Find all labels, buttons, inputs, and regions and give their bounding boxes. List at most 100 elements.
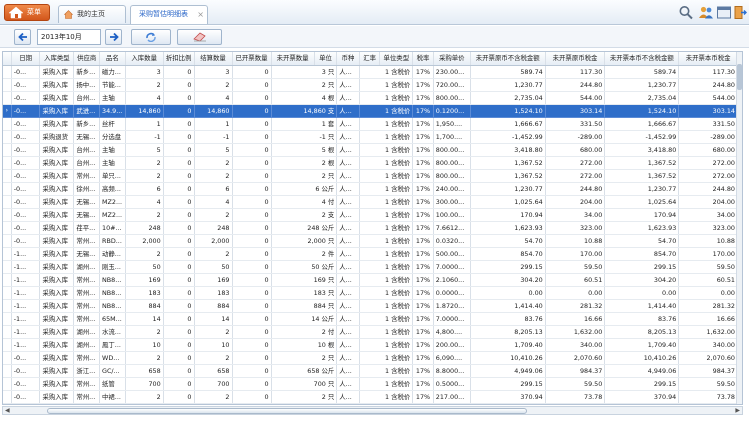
- month-field[interactable]: 2013年10月: [37, 29, 101, 45]
- table-cell: 1 含税价: [359, 247, 414, 261]
- close-icon[interactable]: ×: [197, 6, 204, 23]
- table-cell: 59.50: [678, 260, 738, 274]
- table-row[interactable]: -1... 采购入库 常州... NB8... 183 0 183 0 183 只人... 1 含…: [3, 286, 738, 300]
- table-row[interactable]: -1... 采购入库 湖州... 鳳丁... 10 0 10 0 10 根人... 1 含税价 17…: [3, 338, 738, 352]
- table-cell: 17%: [412, 65, 434, 79]
- table-row[interactable]: -0... 采购入库 常州... WD... 2 0 2 0 2 只人... 1 含税价 17% 6,…: [3, 351, 738, 365]
- row-marker: [3, 273, 12, 287]
- table-row[interactable]: -0... 采购入库 无锡... MZ2... 2 0 2 0 2 支人... 1 含税价 17% 1…: [3, 208, 738, 222]
- table-row[interactable]: -0... 采购入库 新乡... 丝杆 1 0 1 0 1 套人... 1 含税价 17% 1,950…: [3, 117, 738, 131]
- scroll-left-arrow-icon[interactable]: ◀: [5, 407, 10, 414]
- table-cell: 1 含税价: [359, 195, 414, 209]
- horizontal-scroll-thumb[interactable]: [47, 408, 527, 414]
- table-row[interactable]: -1... 采购入库 常州... NB8... 884 0 884 0 884 只人... 1 含…: [3, 299, 738, 313]
- exit-icon[interactable]: [734, 5, 747, 20]
- table-cell: 常州...: [73, 351, 101, 365]
- table-cell: 1 含税价: [359, 104, 414, 118]
- table-row[interactable]: -0... 采购入库 常州... 纸管 700 0 700 0 700 只人... 1 含税价 17…: [3, 377, 738, 391]
- table-row[interactable]: -0... 采购退货 无锡... 分选盘 -1 0 -1 0 -1 只人... 1 含税价 17% 1…: [3, 130, 738, 144]
- column-header[interactable]: 结算数量: [194, 52, 233, 66]
- people-icon[interactable]: [698, 5, 714, 20]
- table-cell: 2: [194, 351, 233, 365]
- table-row[interactable]: -0... 采购入库 无锡... MZ2... 4 0 4 0 4 付人... 1 含税价 17% 3…: [3, 195, 738, 209]
- column-header[interactable]: 入库类型: [39, 52, 75, 66]
- table-row[interactable]: -0... 采购入库 扬中... 节能... 2 0 2 0 2 只人... 1 含税价 17% 72…: [3, 78, 738, 92]
- row-marker: [3, 325, 12, 339]
- table-cell: 常州...: [73, 377, 101, 391]
- column-header[interactable]: 入库数量: [125, 52, 164, 66]
- table-cell: 1 含税价: [359, 169, 414, 183]
- column-header[interactable]: 单位: [314, 52, 338, 66]
- house-icon: [64, 10, 73, 19]
- table-body: -0... 采购入库 新乡... 磁力... 3 0 3 0 3 只人... 1 含税价 17% 23…: [3, 65, 738, 404]
- table-cell: 1,524.10: [470, 104, 546, 118]
- table-row[interactable]: › -0... 采购入库 武进... 34.9... 14,860 0 14,860 0 14,8…: [3, 104, 738, 118]
- column-header[interactable]: 已开票数量: [232, 52, 272, 66]
- column-header[interactable]: 币种: [336, 52, 360, 66]
- tab-purchase-estimate-detail[interactable]: 采购暂估明细表 ×: [130, 5, 208, 24]
- clear-filter-button[interactable]: [177, 29, 222, 45]
- table-cell: 动静...: [99, 247, 126, 261]
- window-icon[interactable]: [716, 5, 732, 20]
- column-header[interactable]: 未开票本币不含税金额: [604, 52, 680, 66]
- column-header[interactable]: 未开票原币税金: [545, 52, 606, 66]
- table-cell: 采购入库: [39, 403, 75, 404]
- prev-month-button[interactable]: [14, 29, 31, 45]
- table-cell: 采购入库: [39, 286, 75, 300]
- table-row[interactable]: -1... 采购入库 常州... 65M... 14 0 14 0 14 公斤 人... 1 含税价…: [3, 312, 738, 326]
- table-row[interactable]: -1... 采购入库 湖州... 刚玉... 50 0 50 0 50 公斤 人... 1 含税价 1…: [3, 260, 738, 274]
- column-header[interactable]: 汇率: [359, 52, 381, 66]
- column-header[interactable]: 日期: [11, 52, 41, 66]
- column-header[interactable]: 未开票数量: [271, 52, 315, 66]
- table-cell: 1 含税价: [359, 208, 414, 222]
- table-cell: 2: [194, 156, 233, 170]
- table-row[interactable]: -1... 采购入库 湖州... 水流... 2 0 2 0 2 付人... 1 含税价 17% 4,…: [3, 325, 738, 339]
- table-row[interactable]: -0... 采购入库 台州... 主轴 4 0 4 0 4 根人... 1 含税价 17% 800.0…: [3, 91, 738, 105]
- vertical-scroll-thumb[interactable]: [737, 64, 742, 90]
- table-row[interactable]: -1... 采购入库 常州... NB8... 169 0 169 0 169 只人... 1 含…: [3, 273, 738, 287]
- vertical-scrollbar[interactable]: [736, 52, 742, 404]
- table-cell: 299.15: [604, 377, 680, 391]
- tab-my-home[interactable]: 我的主页: [58, 5, 126, 23]
- table-row[interactable]: -0... 采购入库 常州... RBD... 2,000 0 2,000 0 2,000 只人…: [3, 234, 738, 248]
- table-row[interactable]: -0... 采购入库 常州... 中裙... 2 0 2 0 2 只人... 1 含税价 17% 21…: [3, 390, 738, 404]
- table-cell: 800.00...: [433, 156, 471, 170]
- column-header[interactable]: 供应商: [73, 52, 101, 66]
- table-cell: 0: [163, 403, 195, 404]
- table-cell: 新乡...: [73, 117, 101, 131]
- column-header[interactable]: 单位类型: [379, 52, 414, 66]
- table-row[interactable]: -0... 采购入库 徐州... 高频... 6 0 6 0 6 公斤 人... 1 含税价 17% 2…: [3, 182, 738, 196]
- column-header[interactable]: 采购单价: [433, 52, 471, 66]
- table-row[interactable]: -0... 采购入库 浙江... GC/... 658 0 658 0 658 公斤 人... 1 …: [3, 364, 738, 378]
- table-cell: 常州...: [73, 390, 101, 404]
- search-icon[interactable]: [678, 5, 694, 20]
- horizontal-scrollbar[interactable]: ◀ ▶: [2, 406, 743, 415]
- table-row[interactable]: -0...采购入库无锡...精密...20202 只人...1 含税价17%90…: [3, 403, 738, 404]
- table-cell: 1 含税价: [359, 286, 414, 300]
- column-header[interactable]: 未开票本币税金: [678, 52, 738, 66]
- table-row[interactable]: -0... 采购入库 荏平... 10#... 248 0 248 0 248 公斤 人... 1 …: [3, 221, 738, 235]
- table-row[interactable]: -0... 采购入库 台州... 主轴 5 0 5 0 5 根人... 1 含税价 17% 800.0…: [3, 143, 738, 157]
- table-cell: 1,524.10: [604, 104, 680, 118]
- table-cell: 0: [232, 143, 272, 157]
- refresh-button[interactable]: [131, 29, 171, 45]
- table-cell: 采购入库: [39, 299, 75, 313]
- table-cell: 2.1060...: [433, 273, 471, 287]
- main-menu-button[interactable]: 菜单: [4, 4, 50, 21]
- table-row[interactable]: -0... 采购入库 常州... 单只... 2 0 2 0 2 只人... 1 含税价 17% 80…: [3, 169, 738, 183]
- row-marker: [3, 169, 12, 183]
- table-row[interactable]: -1... 采购入库 无锡... 动静... 2 0 2 0 2 件人... 1 含税价 17% 50…: [3, 247, 738, 261]
- table-row[interactable]: -0... 采购入库 新乡... 磁力... 3 0 3 0 3 只人... 1 含税价 17% 23…: [3, 65, 738, 79]
- next-month-button[interactable]: [105, 29, 122, 45]
- table-cell: 0: [232, 65, 272, 79]
- scroll-right-arrow-icon[interactable]: ▶: [735, 407, 740, 414]
- column-header[interactable]: 未开票原币不含税金额: [470, 52, 546, 66]
- column-header[interactable]: 品名: [99, 52, 126, 66]
- table-cell: 0: [163, 208, 195, 222]
- column-header[interactable]: 折扣比例: [163, 52, 195, 66]
- table-cell: 常州...: [73, 273, 101, 287]
- table-row[interactable]: -0... 采购入库 台州... 主轴 2 0 2 0 2 根人... 1 含税价 17% 800.0…: [3, 156, 738, 170]
- table-cell: 183 只: [271, 286, 338, 300]
- table-cell: 2: [125, 403, 164, 404]
- column-header[interactable]: 税率: [412, 52, 434, 66]
